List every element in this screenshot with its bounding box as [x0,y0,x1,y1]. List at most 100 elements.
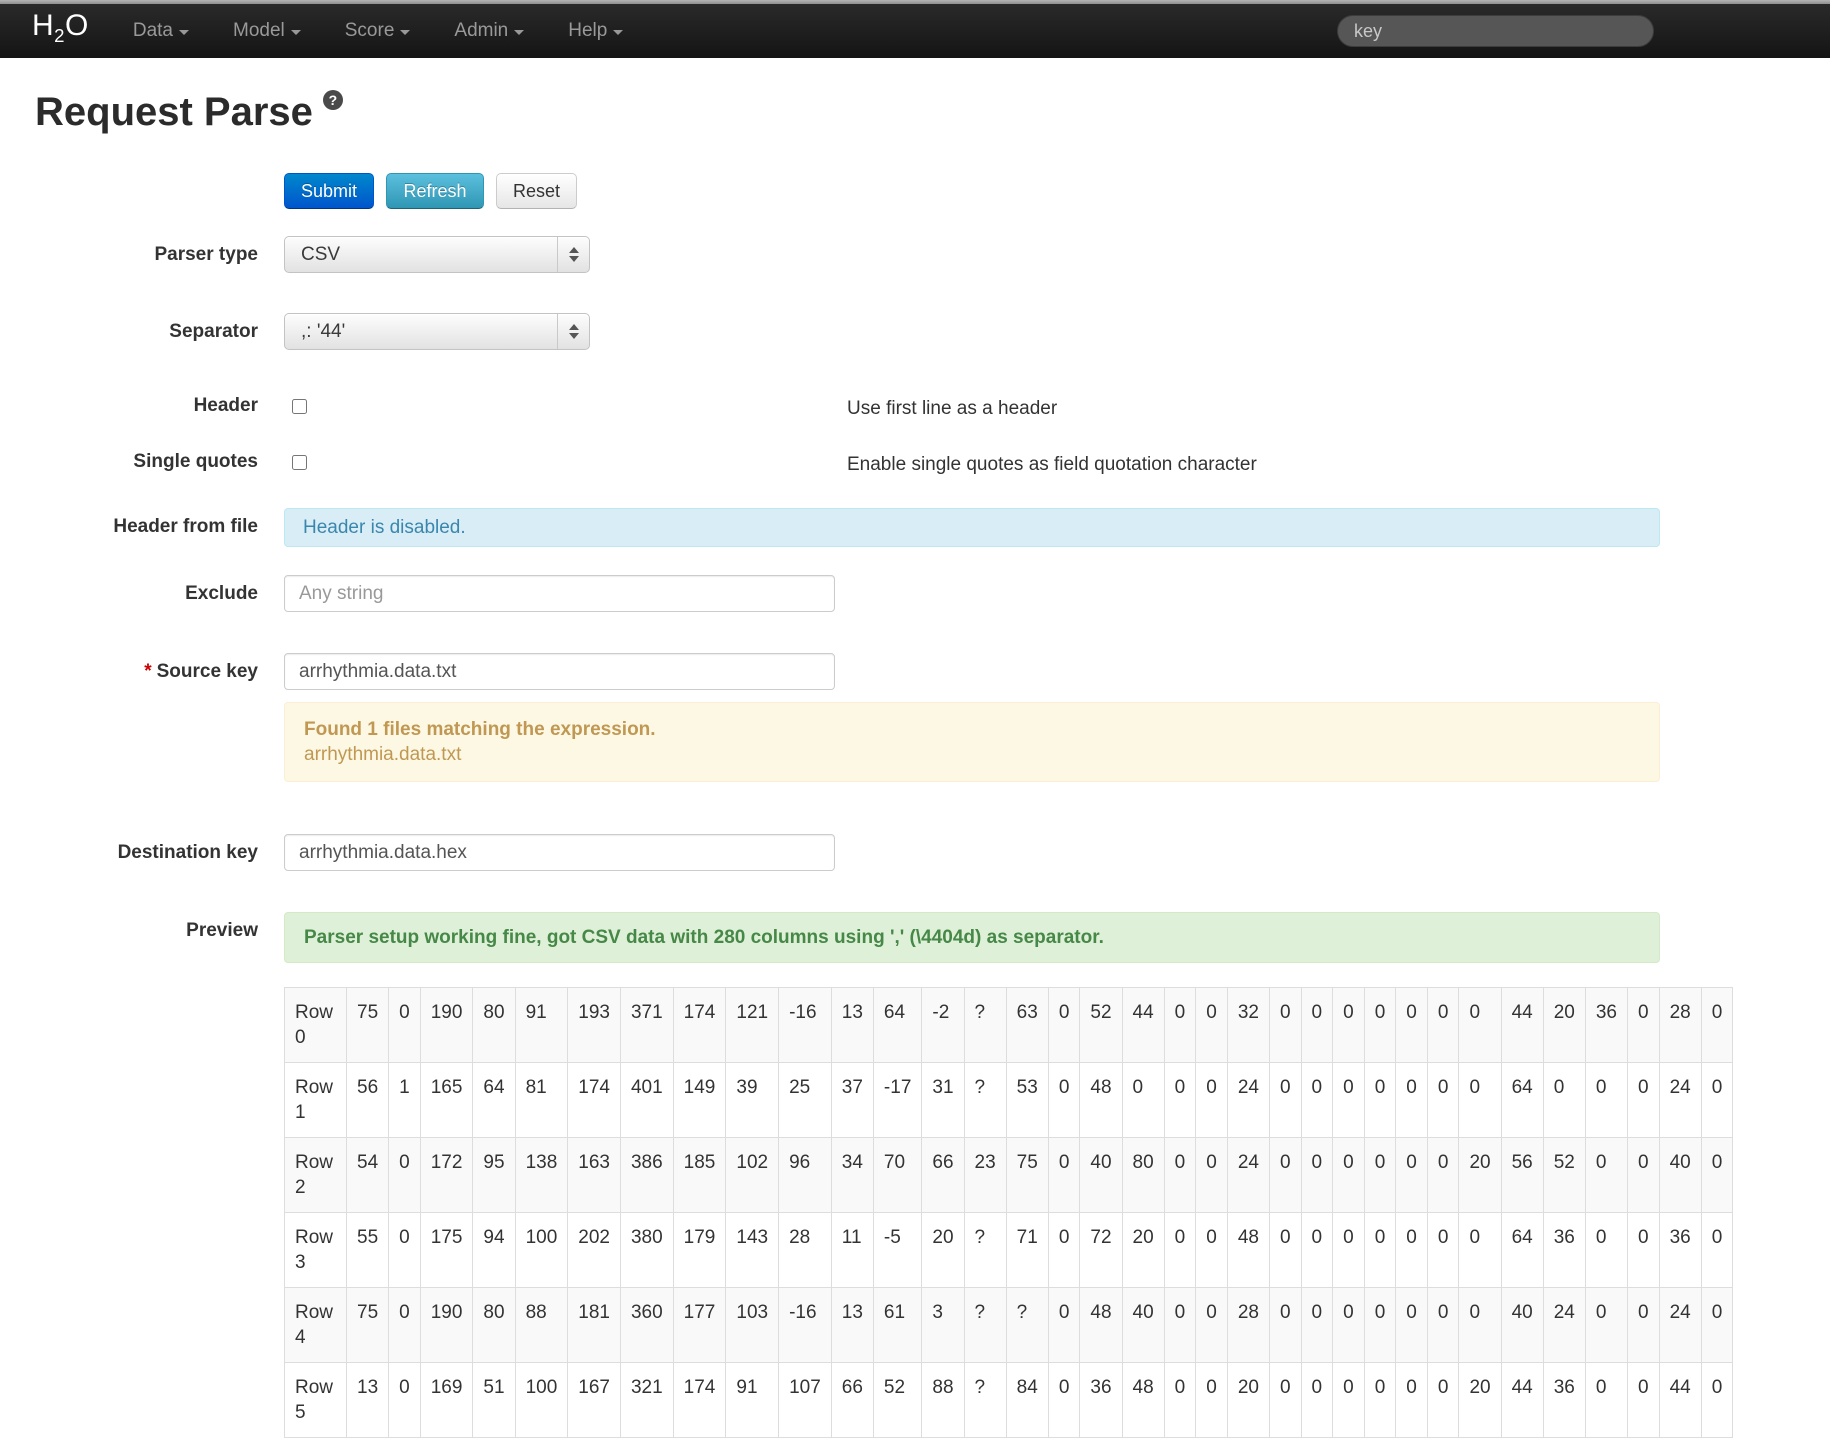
table-cell: 0 [1458,1287,1502,1363]
h2o-logo[interactable]: H2O [32,0,89,63]
nav-item-model[interactable]: Model [233,20,301,42]
nav-item-score[interactable]: Score [345,20,411,42]
table-cell: 0 [1300,987,1334,1063]
table-cell: 0 [1700,987,1734,1063]
table-cell: 0 [1332,987,1365,1063]
table-cell: 0 [1163,1287,1197,1363]
table-cell: 80 [472,987,516,1063]
exclude-input[interactable] [284,575,835,612]
header-from-file-row: Header from file Header is disabled. [35,508,1830,547]
table-cell: 0 [1700,1062,1734,1138]
table-cell: 20 [1226,1362,1270,1438]
nav-item-data[interactable]: Data [133,20,189,42]
search-input[interactable] [1337,15,1654,47]
table-cell: 28 [778,1212,832,1288]
exclude-label: Exclude [185,583,258,604]
table-cell: 36 [1542,1362,1586,1438]
help-icon[interactable]: ? [322,90,343,110]
separator-select[interactable]: ,: '44' [284,313,590,350]
table-cell: 0 [1332,1287,1365,1363]
table-cell: 102 [725,1137,780,1213]
table-cell: 143 [725,1212,780,1288]
table-cell: 0 [1163,987,1197,1063]
table-cell: 0 [1195,1062,1228,1138]
table-cell: 0 [1627,1362,1660,1438]
table-cell: 0 [1300,1287,1334,1363]
table-cell: 44 [1500,987,1544,1063]
header-checkbox[interactable] [292,399,307,414]
nav-item-admin[interactable]: Admin [454,20,525,42]
table-cell: 0 [1163,1062,1197,1138]
table-cell: 36 [1542,1212,1586,1288]
single-quotes-checkbox[interactable] [292,455,307,470]
header-from-file-label: Header from file [113,516,258,537]
table-cell: ? [963,1212,1007,1288]
source-key-row: * Source key [35,653,1830,690]
table-cell: 36 [1584,987,1629,1063]
parser-type-select[interactable]: CSV [284,236,590,273]
nav-item-label: Score [344,20,395,41]
row-label: Row 1 [284,1062,347,1138]
table-cell: -2 [921,987,965,1063]
table-cell: 0 [1426,1212,1460,1288]
table-cell: 138 [514,1137,569,1213]
table-cell: 80 [1121,1137,1165,1213]
table-cell: 64 [472,1062,516,1138]
brand-main: H [32,9,55,42]
table-cell: 0 [388,1287,421,1363]
caret-down-icon [514,30,525,35]
table-cell: 44 [1658,1362,1702,1438]
refresh-button[interactable]: Refresh [386,173,484,209]
table-cell: 0 [1047,1062,1081,1138]
table-cell: 0 [1627,1137,1660,1213]
reset-button[interactable]: Reset [495,173,577,209]
parser-status-alert: Parser setup working fine, got CSV data … [284,912,1660,963]
table-cell: 64 [1500,1212,1544,1288]
table-cell: 72 [1079,1212,1123,1288]
table-cell: 107 [778,1362,832,1438]
brand-sub: 2 [54,25,66,46]
table-cell: 24 [1226,1062,1270,1138]
table-cell: 25 [778,1062,832,1138]
table-cell: 0 [1332,1362,1365,1438]
table-cell: 70 [872,1137,923,1213]
table-cell: 0 [1395,1137,1428,1213]
nav-item-help[interactable]: Help [568,20,624,42]
row-label: Row 5 [284,1362,347,1438]
source-key-input[interactable] [284,653,835,690]
table-cell: 24 [1542,1287,1586,1363]
table-cell: ? [963,1287,1007,1363]
table-cell: 0 [1268,1062,1302,1138]
table-cell: 28 [1226,1287,1270,1363]
table-cell: 193 [567,987,621,1063]
table-cell: 0 [1584,1362,1629,1438]
table-cell: 0 [1363,1362,1397,1438]
table-cell: 0 [1584,1212,1629,1288]
nav-item-label: Admin [454,20,509,41]
table-cell: 81 [514,1062,569,1138]
table-cell: 0 [1047,1212,1081,1288]
table-cell: 0 [1627,1212,1660,1288]
table-cell: 0 [1300,1137,1334,1213]
table-cell: 3 [921,1287,965,1363]
table-cell: 91 [514,987,569,1063]
table-row: Row 3 55 0 175 94 100 202 380 179 143 28 11 -5 20? 71 0… [284,1212,1734,1288]
table-cell: 0 [1363,1137,1397,1213]
table-cell: 20 [1458,1137,1502,1213]
table-cell: 0 [1163,1362,1197,1438]
destination-key-input[interactable] [284,834,835,871]
brand-tail: O [65,9,89,42]
table-cell: 95 [472,1137,516,1213]
table-cell: 0 [1363,1212,1397,1288]
files-found-row: Found 1 files matching the expression. a… [35,702,1830,782]
submit-button[interactable]: Submit [284,173,375,209]
table-cell: 80 [472,1287,516,1363]
table-cell: 0 [1395,1362,1428,1438]
table-cell: 0 [388,987,421,1063]
chevron-down-icon [568,333,579,339]
table-cell: 0 [1268,1212,1302,1288]
table-cell: 24 [1658,1287,1702,1363]
main-content: Request Parse? Submit Refresh Reset Pars… [0,88,1830,1438]
table-cell: 0 [1195,1287,1228,1363]
table-cell: 0 [1300,1062,1334,1138]
